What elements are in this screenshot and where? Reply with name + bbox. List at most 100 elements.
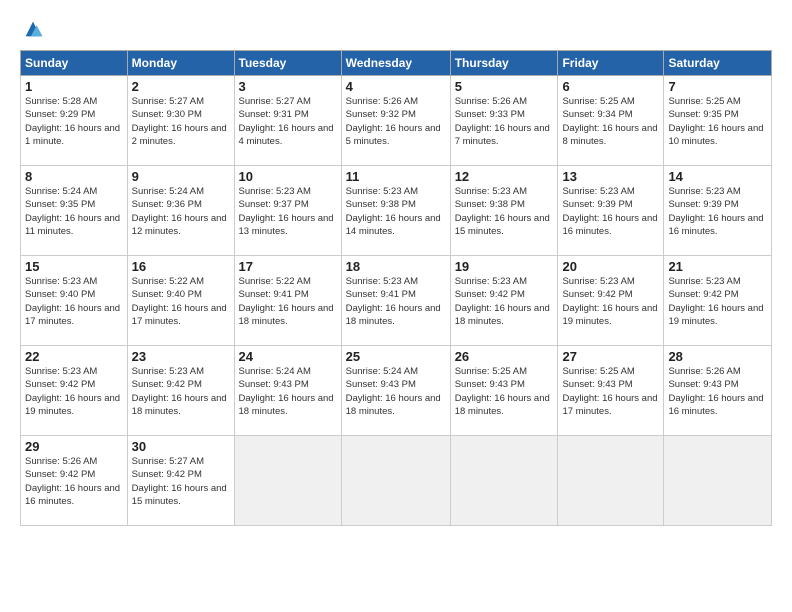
day-number: 1	[25, 79, 123, 94]
day-info: Sunrise: 5:26 AMSunset: 9:43 PMDaylight:…	[668, 365, 767, 418]
day-number: 19	[455, 259, 554, 274]
calendar-week-4: 29Sunrise: 5:26 AMSunset: 9:42 PMDayligh…	[21, 436, 772, 526]
day-number: 27	[562, 349, 659, 364]
calendar-cell: 25Sunrise: 5:24 AMSunset: 9:43 PMDayligh…	[341, 346, 450, 436]
day-number: 5	[455, 79, 554, 94]
day-number: 26	[455, 349, 554, 364]
calendar-cell	[341, 436, 450, 526]
day-info: Sunrise: 5:26 AMSunset: 9:32 PMDaylight:…	[346, 95, 446, 148]
calendar-cell: 15Sunrise: 5:23 AMSunset: 9:40 PMDayligh…	[21, 256, 128, 346]
calendar-cell: 21Sunrise: 5:23 AMSunset: 9:42 PMDayligh…	[664, 256, 772, 346]
calendar: SundayMondayTuesdayWednesdayThursdayFrid…	[20, 50, 772, 526]
calendar-cell	[558, 436, 664, 526]
day-info: Sunrise: 5:24 AMSunset: 9:35 PMDaylight:…	[25, 185, 123, 238]
day-number: 23	[132, 349, 230, 364]
day-info: Sunrise: 5:25 AMSunset: 9:43 PMDaylight:…	[562, 365, 659, 418]
calendar-cell: 26Sunrise: 5:25 AMSunset: 9:43 PMDayligh…	[450, 346, 558, 436]
calendar-cell: 22Sunrise: 5:23 AMSunset: 9:42 PMDayligh…	[21, 346, 128, 436]
day-number: 2	[132, 79, 230, 94]
calendar-cell: 16Sunrise: 5:22 AMSunset: 9:40 PMDayligh…	[127, 256, 234, 346]
calendar-cell	[450, 436, 558, 526]
day-info: Sunrise: 5:23 AMSunset: 9:38 PMDaylight:…	[346, 185, 446, 238]
day-info: Sunrise: 5:23 AMSunset: 9:37 PMDaylight:…	[239, 185, 337, 238]
calendar-cell: 13Sunrise: 5:23 AMSunset: 9:39 PMDayligh…	[558, 166, 664, 256]
day-info: Sunrise: 5:23 AMSunset: 9:39 PMDaylight:…	[562, 185, 659, 238]
calendar-header-row: SundayMondayTuesdayWednesdayThursdayFrid…	[21, 51, 772, 76]
calendar-header-sunday: Sunday	[21, 51, 128, 76]
day-number: 4	[346, 79, 446, 94]
day-number: 30	[132, 439, 230, 454]
day-info: Sunrise: 5:26 AMSunset: 9:42 PMDaylight:…	[25, 455, 123, 508]
day-info: Sunrise: 5:23 AMSunset: 9:41 PMDaylight:…	[346, 275, 446, 328]
calendar-cell: 19Sunrise: 5:23 AMSunset: 9:42 PMDayligh…	[450, 256, 558, 346]
day-info: Sunrise: 5:25 AMSunset: 9:34 PMDaylight:…	[562, 95, 659, 148]
logo-icon	[22, 18, 44, 40]
logo	[20, 18, 44, 40]
day-info: Sunrise: 5:23 AMSunset: 9:42 PMDaylight:…	[455, 275, 554, 328]
calendar-cell: 23Sunrise: 5:23 AMSunset: 9:42 PMDayligh…	[127, 346, 234, 436]
day-info: Sunrise: 5:27 AMSunset: 9:31 PMDaylight:…	[239, 95, 337, 148]
day-info: Sunrise: 5:27 AMSunset: 9:42 PMDaylight:…	[132, 455, 230, 508]
calendar-body: 1Sunrise: 5:28 AMSunset: 9:29 PMDaylight…	[21, 76, 772, 526]
calendar-week-2: 15Sunrise: 5:23 AMSunset: 9:40 PMDayligh…	[21, 256, 772, 346]
calendar-cell: 4Sunrise: 5:26 AMSunset: 9:32 PMDaylight…	[341, 76, 450, 166]
day-number: 16	[132, 259, 230, 274]
day-info: Sunrise: 5:28 AMSunset: 9:29 PMDaylight:…	[25, 95, 123, 148]
day-info: Sunrise: 5:24 AMSunset: 9:43 PMDaylight:…	[239, 365, 337, 418]
day-number: 9	[132, 169, 230, 184]
calendar-header-tuesday: Tuesday	[234, 51, 341, 76]
day-number: 14	[668, 169, 767, 184]
day-info: Sunrise: 5:23 AMSunset: 9:42 PMDaylight:…	[668, 275, 767, 328]
calendar-cell: 1Sunrise: 5:28 AMSunset: 9:29 PMDaylight…	[21, 76, 128, 166]
day-info: Sunrise: 5:26 AMSunset: 9:33 PMDaylight:…	[455, 95, 554, 148]
day-number: 24	[239, 349, 337, 364]
calendar-cell: 2Sunrise: 5:27 AMSunset: 9:30 PMDaylight…	[127, 76, 234, 166]
day-info: Sunrise: 5:23 AMSunset: 9:38 PMDaylight:…	[455, 185, 554, 238]
day-number: 18	[346, 259, 446, 274]
calendar-header-monday: Monday	[127, 51, 234, 76]
day-number: 29	[25, 439, 123, 454]
calendar-cell: 8Sunrise: 5:24 AMSunset: 9:35 PMDaylight…	[21, 166, 128, 256]
day-number: 11	[346, 169, 446, 184]
day-info: Sunrise: 5:25 AMSunset: 9:35 PMDaylight:…	[668, 95, 767, 148]
calendar-cell: 3Sunrise: 5:27 AMSunset: 9:31 PMDaylight…	[234, 76, 341, 166]
calendar-cell: 30Sunrise: 5:27 AMSunset: 9:42 PMDayligh…	[127, 436, 234, 526]
calendar-week-0: 1Sunrise: 5:28 AMSunset: 9:29 PMDaylight…	[21, 76, 772, 166]
day-info: Sunrise: 5:23 AMSunset: 9:42 PMDaylight:…	[132, 365, 230, 418]
calendar-cell: 9Sunrise: 5:24 AMSunset: 9:36 PMDaylight…	[127, 166, 234, 256]
day-info: Sunrise: 5:22 AMSunset: 9:41 PMDaylight:…	[239, 275, 337, 328]
calendar-cell: 17Sunrise: 5:22 AMSunset: 9:41 PMDayligh…	[234, 256, 341, 346]
day-info: Sunrise: 5:23 AMSunset: 9:40 PMDaylight:…	[25, 275, 123, 328]
page: SundayMondayTuesdayWednesdayThursdayFrid…	[0, 0, 792, 612]
day-number: 20	[562, 259, 659, 274]
calendar-cell: 10Sunrise: 5:23 AMSunset: 9:37 PMDayligh…	[234, 166, 341, 256]
day-info: Sunrise: 5:23 AMSunset: 9:39 PMDaylight:…	[668, 185, 767, 238]
day-number: 15	[25, 259, 123, 274]
day-number: 6	[562, 79, 659, 94]
calendar-cell: 20Sunrise: 5:23 AMSunset: 9:42 PMDayligh…	[558, 256, 664, 346]
day-number: 12	[455, 169, 554, 184]
day-number: 25	[346, 349, 446, 364]
calendar-cell: 18Sunrise: 5:23 AMSunset: 9:41 PMDayligh…	[341, 256, 450, 346]
day-number: 3	[239, 79, 337, 94]
calendar-header-saturday: Saturday	[664, 51, 772, 76]
day-info: Sunrise: 5:24 AMSunset: 9:36 PMDaylight:…	[132, 185, 230, 238]
day-info: Sunrise: 5:27 AMSunset: 9:30 PMDaylight:…	[132, 95, 230, 148]
calendar-cell: 24Sunrise: 5:24 AMSunset: 9:43 PMDayligh…	[234, 346, 341, 436]
calendar-cell	[234, 436, 341, 526]
calendar-cell	[664, 436, 772, 526]
day-number: 28	[668, 349, 767, 364]
day-info: Sunrise: 5:22 AMSunset: 9:40 PMDaylight:…	[132, 275, 230, 328]
day-number: 17	[239, 259, 337, 274]
calendar-cell: 6Sunrise: 5:25 AMSunset: 9:34 PMDaylight…	[558, 76, 664, 166]
day-info: Sunrise: 5:23 AMSunset: 9:42 PMDaylight:…	[25, 365, 123, 418]
calendar-cell: 5Sunrise: 5:26 AMSunset: 9:33 PMDaylight…	[450, 76, 558, 166]
day-info: Sunrise: 5:24 AMSunset: 9:43 PMDaylight:…	[346, 365, 446, 418]
calendar-cell: 12Sunrise: 5:23 AMSunset: 9:38 PMDayligh…	[450, 166, 558, 256]
day-number: 10	[239, 169, 337, 184]
calendar-cell: 14Sunrise: 5:23 AMSunset: 9:39 PMDayligh…	[664, 166, 772, 256]
calendar-cell: 28Sunrise: 5:26 AMSunset: 9:43 PMDayligh…	[664, 346, 772, 436]
calendar-week-1: 8Sunrise: 5:24 AMSunset: 9:35 PMDaylight…	[21, 166, 772, 256]
calendar-week-3: 22Sunrise: 5:23 AMSunset: 9:42 PMDayligh…	[21, 346, 772, 436]
day-info: Sunrise: 5:23 AMSunset: 9:42 PMDaylight:…	[562, 275, 659, 328]
